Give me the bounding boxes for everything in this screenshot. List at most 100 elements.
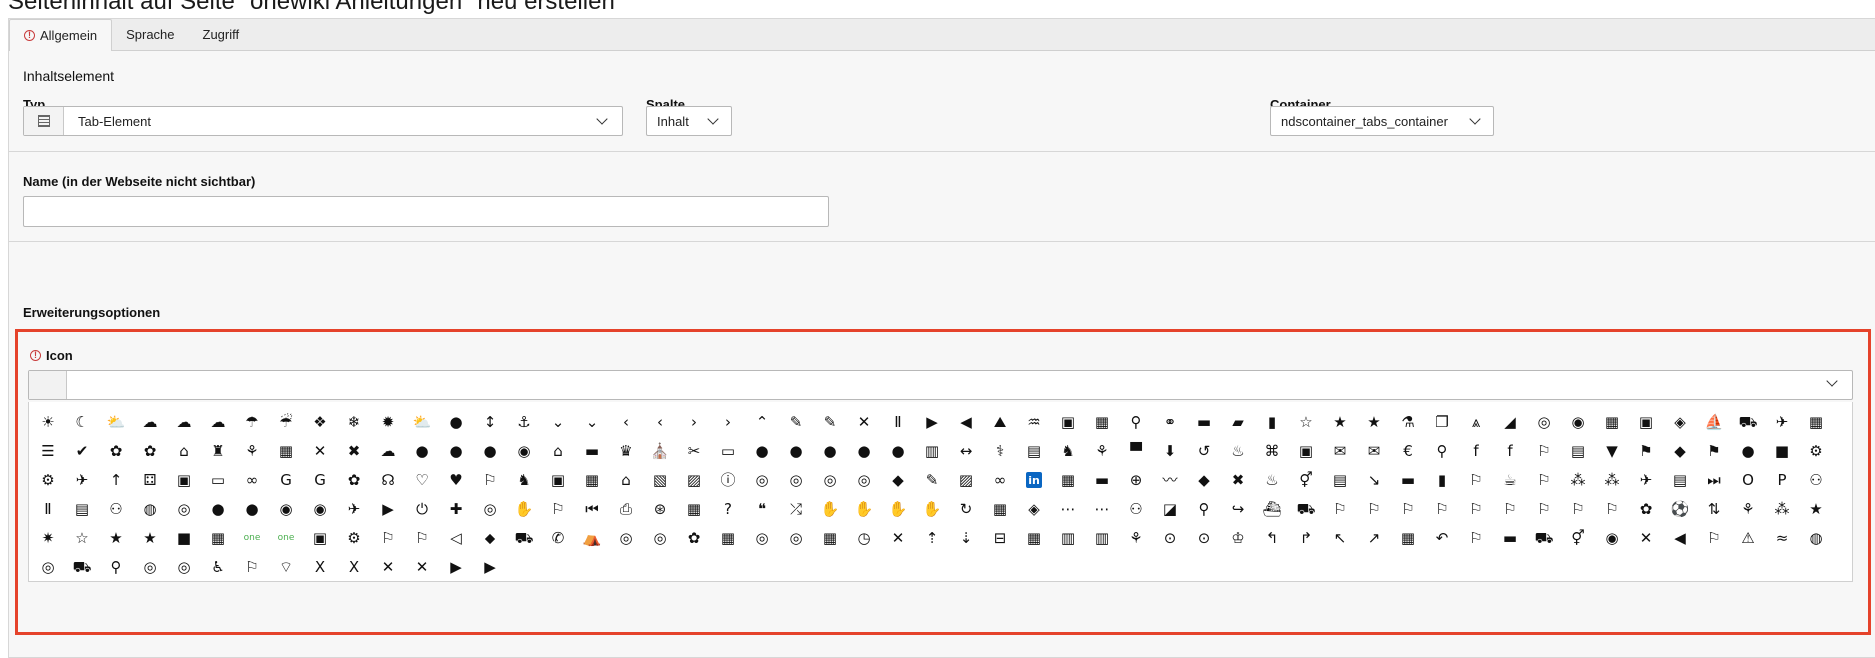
icon-option[interactable]: ⚐ <box>1459 466 1493 495</box>
icon-option[interactable]: ⤮ <box>779 495 813 524</box>
icon-option[interactable]: ⚽ <box>1663 495 1697 524</box>
icon-option[interactable]: ♔ <box>1221 524 1255 553</box>
icon-option[interactable]: ⛺ <box>575 524 609 553</box>
icon-option[interactable]: ❝ <box>745 495 779 524</box>
icon-option[interactable]: ⁂ <box>1595 466 1629 495</box>
icon-option[interactable]: ▧ <box>643 466 677 495</box>
icon-option[interactable]: ▨ <box>949 466 983 495</box>
icon-option[interactable]: ✋ <box>847 495 881 524</box>
icon-option[interactable]: ⛟ <box>1289 495 1323 524</box>
icon-option[interactable]: ⚲ <box>1119 408 1153 437</box>
icon-option[interactable]: ★ <box>99 524 133 553</box>
icon-option[interactable]: ★ <box>133 524 167 553</box>
icon-option[interactable]: ⚇ <box>99 495 133 524</box>
icon-option[interactable]: ▶ <box>473 553 507 582</box>
icon-option[interactable]: ● <box>779 437 813 466</box>
icon-option[interactable]: ⛵ <box>1697 408 1731 437</box>
tab-allgemein[interactable]: ! Allgemein <box>9 19 113 51</box>
icon-option[interactable]: O <box>1731 466 1765 495</box>
icon-option[interactable]: ⚐ <box>1561 495 1595 524</box>
icon-option[interactable]: ● <box>405 437 439 466</box>
icon-option[interactable]: ✎ <box>779 408 813 437</box>
icon-option[interactable]: ◆ <box>881 466 915 495</box>
icon-option[interactable]: ☰ <box>31 437 65 466</box>
icon-option[interactable]: ↘ <box>1357 466 1391 495</box>
icon-option[interactable]: ⚘ <box>1731 495 1765 524</box>
icon-option[interactable]: ⚙ <box>337 524 371 553</box>
icon-option[interactable]: ◎ <box>847 466 881 495</box>
icon-option[interactable]: 〰 <box>1153 466 1187 495</box>
icon-option[interactable]: ⌄ <box>541 408 575 437</box>
icon-option[interactable]: ▣ <box>167 466 201 495</box>
icon-option[interactable]: ⊙ <box>1187 524 1221 553</box>
icon-option[interactable]: ⚐ <box>1493 495 1527 524</box>
icon-option[interactable]: ● <box>201 495 235 524</box>
tab-sprache[interactable]: Sprache <box>112 19 188 50</box>
icon-option[interactable]: ● <box>439 408 473 437</box>
icon-option[interactable]: ✿ <box>99 437 133 466</box>
typ-select[interactable]: Tab-Element <box>23 106 623 136</box>
icon-option[interactable]: ⇅ <box>1697 495 1731 524</box>
icon-option[interactable]: ◆ <box>1187 466 1221 495</box>
icon-option[interactable]: ◪ <box>1153 495 1187 524</box>
icon-option[interactable]: ? <box>711 495 745 524</box>
icon-option[interactable]: ◎ <box>745 524 779 553</box>
icon-option[interactable]: ✋ <box>507 495 541 524</box>
icon-option[interactable]: ⌂ <box>609 466 643 495</box>
name-input[interactable] <box>23 196 829 227</box>
icon-option[interactable]: ▦ <box>1799 408 1833 437</box>
icon-option[interactable]: ⚐ <box>1459 524 1493 553</box>
icon-option[interactable]: ⁂ <box>1561 466 1595 495</box>
icon-option[interactable]: ⌔ <box>269 553 303 582</box>
icon-option[interactable]: ▦ <box>1051 466 1085 495</box>
icon-option[interactable]: ⋯ <box>1085 495 1119 524</box>
icon-option[interactable]: ⋯ <box>1051 495 1085 524</box>
icon-option[interactable]: f <box>1459 437 1493 466</box>
icon-option[interactable]: ⚲ <box>1425 437 1459 466</box>
icon-option[interactable]: ▀ <box>1119 437 1153 466</box>
icon-option[interactable]: ‹ <box>609 408 643 437</box>
icon-option[interactable]: ⛟ <box>65 553 99 582</box>
icon-option[interactable]: € <box>1391 437 1425 466</box>
icon-option[interactable]: ⚐ <box>541 495 575 524</box>
icon-option[interactable]: ✂ <box>677 437 711 466</box>
icon-option[interactable]: ↺ <box>1187 437 1221 466</box>
icon-option[interactable]: ▭ <box>711 437 745 466</box>
icon-option[interactable]: ⓘ <box>711 466 745 495</box>
icon-option[interactable]: ☁ <box>201 408 235 437</box>
icon-option[interactable]: ⇡ <box>915 524 949 553</box>
icon-option[interactable]: ⊟ <box>983 524 1017 553</box>
icon-option[interactable]: ⛅ <box>99 408 133 437</box>
icon-option[interactable]: ♛ <box>609 437 643 466</box>
icon-option[interactable]: ♞ <box>1051 437 1085 466</box>
icon-option[interactable]: ▣ <box>1289 437 1323 466</box>
icon-option[interactable]: ⚥ <box>1289 466 1323 495</box>
icon-option[interactable]: ◎ <box>473 495 507 524</box>
spalte-select[interactable]: Inhalt <box>646 106 732 136</box>
icon-option[interactable]: one <box>269 524 303 553</box>
icon-option[interactable]: ✋ <box>915 495 949 524</box>
icon-option[interactable]: ☔ <box>269 408 303 437</box>
icon-option[interactable]: ▰ <box>1221 408 1255 437</box>
icon-option[interactable]: ☕ <box>1493 466 1527 495</box>
icon-option[interactable]: ⚐ <box>1459 495 1493 524</box>
icon-option[interactable]: ★ <box>1357 408 1391 437</box>
icon-option[interactable]: ▦ <box>201 524 235 553</box>
icon-option[interactable]: ▼ <box>1595 437 1629 466</box>
icon-option[interactable]: ♥ <box>439 466 473 495</box>
icon-option[interactable]: ▦ <box>1017 524 1051 553</box>
icon-option[interactable]: ◉ <box>269 495 303 524</box>
icon-option[interactable]: ◆ <box>1663 437 1697 466</box>
icon-option[interactable]: ■ <box>167 524 201 553</box>
icon-option[interactable]: ◎ <box>779 466 813 495</box>
icon-option[interactable]: ↰ <box>1255 524 1289 553</box>
icon-option[interactable]: ♿ <box>201 553 235 582</box>
icon-option[interactable]: ✋ <box>813 495 847 524</box>
icon-option[interactable]: ✉ <box>1357 437 1391 466</box>
icon-option[interactable]: ✈ <box>1765 408 1799 437</box>
icon-option[interactable]: ✹ <box>371 408 405 437</box>
icon-option[interactable]: ▥ <box>915 437 949 466</box>
icon-option[interactable]: ◎ <box>167 553 201 582</box>
icon-option[interactable]: ✖ <box>337 437 371 466</box>
icon-option[interactable]: ✎ <box>813 408 847 437</box>
